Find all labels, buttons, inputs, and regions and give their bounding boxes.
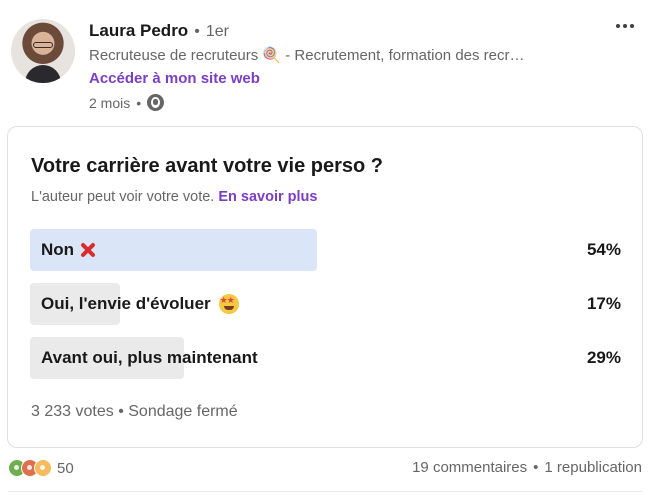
vote-count[interactable]: 3 233 votes — [31, 403, 114, 420]
learn-more-link[interactable]: En savoir plus — [218, 189, 317, 205]
post-header: Laura Pedro • 1er Recruteuse de recruteu… — [0, 0, 651, 125]
poll-option-label: Oui, l'envie d'évoluer — [41, 294, 211, 313]
more-dot-icon — [623, 24, 627, 28]
author-avatar[interactable] — [11, 19, 75, 83]
stats-separator: • — [533, 459, 539, 476]
avatar-shirt — [25, 65, 61, 83]
avatar-glasses — [33, 42, 53, 48]
bulb-icon — [34, 459, 52, 477]
poll-option-label: Avant oui, plus maintenant — [41, 348, 258, 367]
poll-footer: 3 233 votes • Sondage fermé — [31, 403, 238, 421]
more-options-button[interactable] — [609, 14, 641, 38]
poll-option-label-wrap: Non — [41, 229, 98, 271]
more-dot-icon — [630, 24, 634, 28]
poll-note-text: L'auteur peut voir votre vote. — [31, 189, 215, 205]
post-meta: 2 mois • — [89, 94, 165, 111]
poll-option-percent: 54% — [586, 240, 621, 259]
reposts-count[interactable]: 1 republication — [544, 459, 642, 476]
poll-note: L'auteur peut voir votre vote. En savoir… — [31, 189, 317, 205]
poll-option[interactable]: Oui, l'envie d'évoluer 17% — [30, 283, 621, 325]
divider — [8, 491, 642, 492]
meta-separator: • — [136, 94, 142, 111]
name-separator: • — [194, 23, 200, 40]
social-counts: 50 19 commentaires • 1 republication — [8, 459, 642, 481]
website-link[interactable]: Accéder à mon site web — [89, 70, 260, 87]
author-name[interactable]: Laura Pedro — [89, 21, 188, 41]
post-time: 2 mois — [89, 94, 131, 111]
footer-separator: • — [118, 403, 124, 420]
connection-degree: 1er — [205, 23, 229, 40]
poll-option-label: Non — [41, 240, 75, 259]
poll-option[interactable]: Non 54% — [30, 229, 621, 271]
reactions-summary[interactable]: 50 — [8, 459, 74, 477]
poll-status: Sondage fermé — [128, 403, 238, 420]
author-name-row: Laura Pedro • 1er — [89, 21, 229, 41]
poll-question: Votre carrière avant votre vie perso ? — [31, 155, 384, 177]
poll-option-label-wrap: Avant oui, plus maintenant — [41, 337, 258, 379]
poll-option[interactable]: Avant oui, plus maintenant 29% — [30, 337, 621, 379]
engagement-stats: 19 commentaires • 1 republication — [412, 459, 642, 476]
more-dot-icon — [616, 24, 620, 28]
poll-option-percent: 17% — [586, 294, 621, 313]
reaction-count: 50 — [57, 459, 74, 477]
cross-mark-icon — [78, 240, 98, 260]
poll-option-label-wrap: Oui, l'envie d'évoluer — [41, 283, 239, 325]
globe-icon — [147, 94, 165, 111]
star-struck-icon — [218, 294, 239, 314]
author-headline: Recruteuse de recruteurs 🍭 - Recrutement… — [89, 47, 525, 64]
comments-count[interactable]: 19 commentaires — [412, 459, 527, 476]
poll-option-percent: 29% — [586, 348, 621, 367]
poll-card: Votre carrière avant votre vie perso ? L… — [7, 126, 643, 448]
